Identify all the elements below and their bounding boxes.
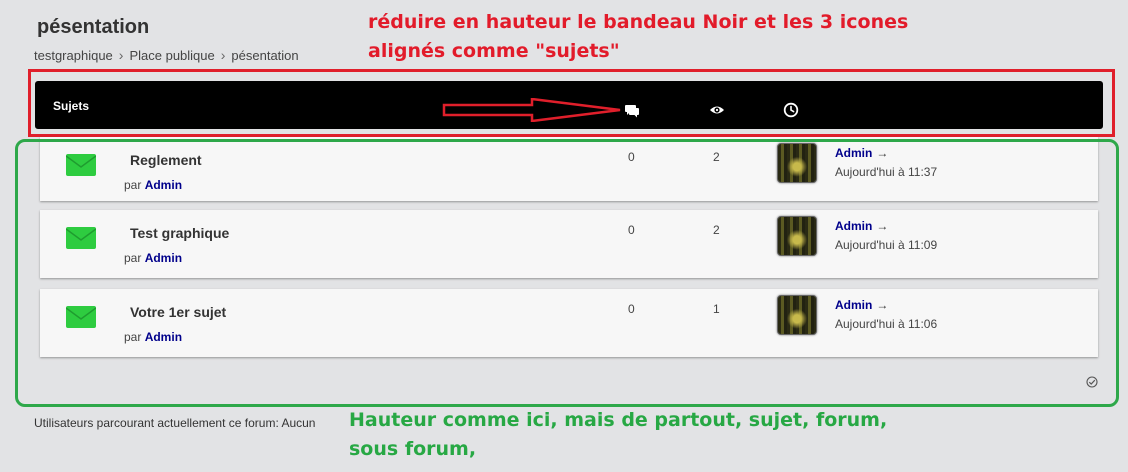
- breadcrumb-separator: ›: [118, 47, 124, 63]
- breadcrumb-item-testgraphique[interactable]: testgraphique: [34, 48, 113, 63]
- breadcrumb-separator: ›: [220, 47, 226, 63]
- forum-viewers-text: Utilisateurs parcourant actuellement ce …: [34, 416, 316, 430]
- mark-read-check-icon[interactable]: [1086, 376, 1098, 388]
- topics-header-label[interactable]: Sujets: [53, 99, 89, 113]
- breadcrumb: testgraphique › Place publique › pésenta…: [34, 47, 299, 63]
- annotation-green-line-1: Hauteur comme ici, mais de partout, suje…: [349, 409, 888, 431]
- annotation-green-text: Hauteur comme ici, mais de partout, suje…: [349, 406, 909, 464]
- page-title: pésentation: [37, 16, 150, 38]
- breadcrumb-item-presentation[interactable]: pésentation: [231, 48, 298, 63]
- annotation-green-line-2: sous forum,: [349, 438, 477, 460]
- annotation-arrow: [442, 98, 621, 122]
- breadcrumb-item-place-publique[interactable]: Place publique: [129, 48, 214, 63]
- annotation-red-line-1: réduire en hauteur le bandeau Noir et le…: [368, 11, 909, 33]
- annotation-green-box: [15, 139, 1119, 407]
- annotation-red-text: réduire en hauteur le bandeau Noir et le…: [368, 8, 928, 66]
- last-post-clock-icon: [783, 102, 799, 118]
- annotation-red-line-2: alignés comme "sujets": [368, 40, 620, 62]
- replies-icon: [625, 105, 639, 118]
- views-icon: [710, 106, 724, 114]
